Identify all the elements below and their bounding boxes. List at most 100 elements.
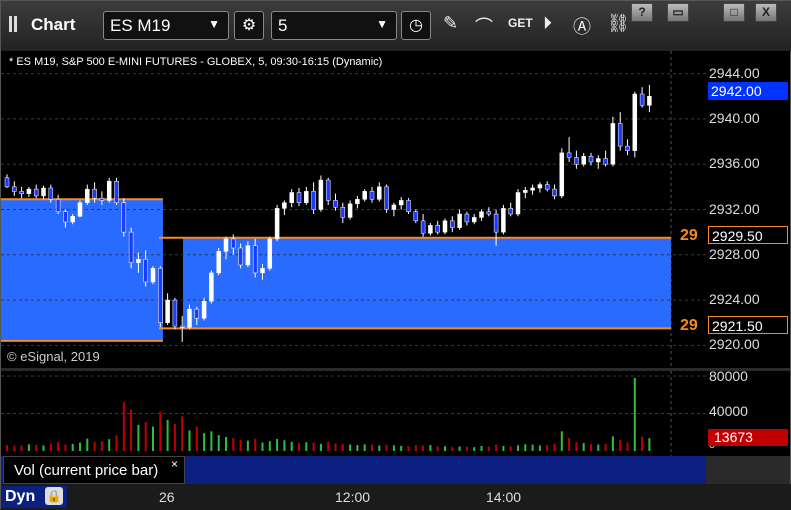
candle-body [435,225,440,233]
lower-level-short-label: 29 [680,317,698,334]
time-template-button[interactable]: ◷ [401,11,431,40]
symbol-value: ES M19 [110,16,171,35]
volume-chart-svg [1,371,706,456]
price-tick: 2924.00 [709,291,760,308]
chart-toolbar: Chart ES M19 ▼ ⚙ 5 ▼ ◷ ✎ ⌒ GET ⏵ Ⓐ ⛓ ? ▭… [1,1,791,51]
candle-body [559,152,565,197]
chart-window: Chart ES M19 ▼ ⚙ 5 ▼ ◷ ✎ ⌒ GET ⏵ Ⓐ ⛓ ? ▭… [0,0,791,510]
candle-body [632,93,638,151]
chart-header: * ES M19, S&P 500 E-MINI FUTURES - GLOBE… [9,56,383,68]
time-tick: 14:00 [486,489,522,505]
gear-icon: ⚙ [241,17,257,34]
maximize-button[interactable]: □ [723,3,745,22]
draw-pencil-icon[interactable]: ✎ [443,13,458,34]
link-icon[interactable]: ⛓ [607,13,630,34]
symbol-dropdown[interactable]: ES M19 ▼ [103,11,229,40]
settings-gear-button[interactable]: ⚙ [234,11,264,40]
studies-icon[interactable]: ⌒ [475,13,493,39]
upper-level-badge: 2929.50 [708,226,788,244]
candle-body [26,188,32,194]
candle-body [128,231,134,263]
candle-body [588,156,594,163]
candle-body [296,192,302,203]
price-tick: 2920.00 [709,336,760,353]
candle-body [471,217,477,223]
candle-body [318,179,324,210]
chevron-down-icon: ▼ [208,17,220,31]
candle-body [311,191,316,210]
candle-body [304,191,309,203]
dynamic-mode-button[interactable]: Dyn 🔒 [1,486,67,508]
play-icon[interactable]: ⏵ [543,13,552,34]
candle-body [158,268,163,323]
candle-body [610,123,616,165]
candle-body [99,197,105,201]
price-tick: 2928.00 [709,245,760,262]
price-tick: 2932.00 [709,200,760,217]
candle-body [77,202,83,217]
interval-value: 5 [278,16,288,35]
candle-body [12,186,17,192]
restore-button[interactable]: ▭ [667,3,689,22]
candle-body [260,268,265,274]
lock-icon[interactable]: 🔒 [45,487,63,505]
volume-axis[interactable]: 80000 40000 0 13673 [706,368,790,456]
candle-body [209,272,214,302]
candle-body [245,245,251,266]
candle-body [574,157,579,165]
candle-body [398,200,404,206]
volume-panel-tab[interactable]: Vol (current price bar) [3,456,185,484]
candle-body [508,208,513,215]
volume-panel-close-icon[interactable]: × [171,457,178,471]
time-tick: 12:00 [335,489,371,505]
alert-icon[interactable]: Ⓐ [573,13,591,39]
drag-grip-icon[interactable] [9,16,23,34]
candle-body [464,213,470,223]
candle-body [625,145,630,151]
candle-body [179,325,185,328]
copyright-text: © eSignal, 2019 [7,349,100,364]
candle-body [486,211,492,215]
candle-body [369,191,375,200]
candle-body [121,202,127,233]
candle-body [19,191,24,194]
candle-body [617,123,623,147]
candle-body [48,187,54,200]
get-data-icon[interactable]: GET [508,16,533,30]
candle-body [150,268,156,283]
candle-body [231,238,236,249]
interval-dropdown[interactable]: 5 ▼ [271,11,397,40]
clock-icon: ◷ [409,17,423,34]
candle-body [581,156,586,165]
last-price-badge: 2942.00 [708,82,788,100]
candle-body [377,186,382,200]
candle-body [289,192,294,203]
candle-body [136,259,141,263]
candle-body [603,158,608,165]
candle-body [165,299,170,323]
candle-body [552,188,557,197]
candle-body [523,190,528,193]
close-button[interactable]: X [755,3,777,22]
price-chart-svg [1,51,706,368]
candle-body [420,220,426,234]
help-button[interactable]: ? [631,3,653,22]
time-tick: 26 [159,489,175,505]
candle-body [252,245,258,274]
volume-plot-area[interactable] [1,371,706,456]
candle-body [340,206,346,218]
candle-body [428,225,433,234]
candle-body [457,213,462,228]
volume-panel-label: Vol (current price bar) [14,462,159,479]
volume-tick: 40000 [709,403,748,419]
candle-body [85,188,90,203]
candle-body [406,200,411,213]
candle-body [106,180,112,201]
price-tick: 2944.00 [709,64,760,81]
candle-body [450,220,455,228]
candle-body [596,158,601,163]
time-axis[interactable] [1,484,791,510]
candle-body [267,238,273,269]
candle-body [4,177,10,188]
price-plot-area[interactable]: * ES M19, S&P 500 E-MINI FUTURES - GLOBE… [1,51,706,368]
